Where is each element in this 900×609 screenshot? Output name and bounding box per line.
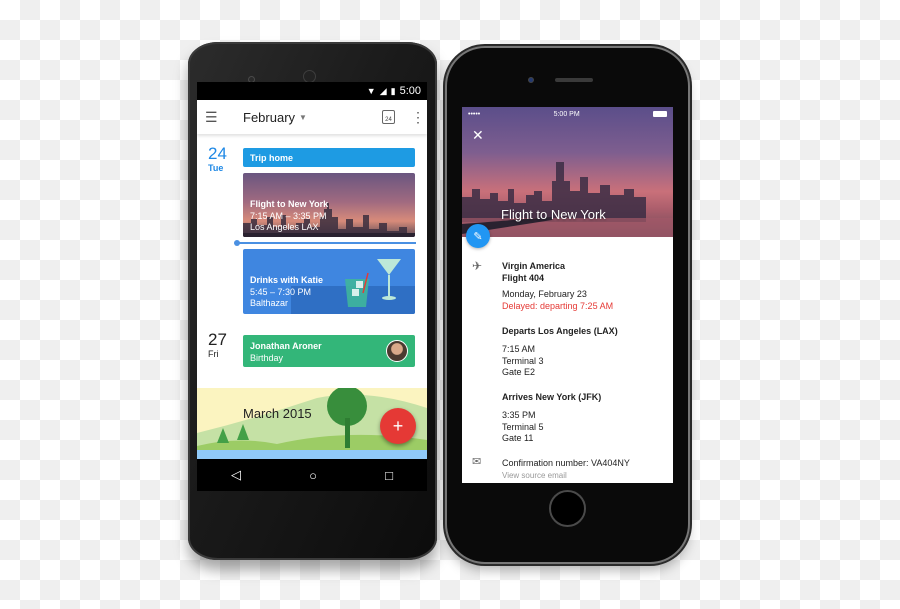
app-toolbar: ☰ February ▼ 24 ⋮: [197, 100, 427, 134]
status-bar: ▼ ◢ ▮ 5:00: [197, 82, 427, 100]
arrives-time: 3:35 PM: [502, 410, 536, 420]
battery-icon: [653, 111, 667, 117]
signal-icon: ◢: [379, 85, 387, 96]
current-time-dot: [234, 240, 240, 246]
close-icon[interactable]: ✕: [472, 127, 484, 144]
month-selector[interactable]: February: [243, 110, 295, 125]
nav-bar: ◁ ○ □: [197, 459, 427, 491]
day-name: Tue: [208, 163, 224, 173]
back-icon[interactable]: ◁: [231, 467, 241, 483]
edit-button[interactable]: ✎: [466, 224, 490, 248]
today-calendar-icon[interactable]: 24: [382, 110, 395, 124]
home-icon[interactable]: ○: [309, 468, 317, 483]
front-camera: [528, 77, 534, 83]
event-title: Flight to New York: [501, 207, 606, 222]
wifi-icon: ▼: [366, 86, 376, 96]
departs-heading: Departs Los Angeles (LAX): [502, 326, 618, 336]
recents-icon[interactable]: □: [385, 468, 393, 483]
day-name: Fri: [208, 349, 219, 359]
battery-icon: ▮: [390, 85, 396, 96]
departs-terminal: Terminal 3: [502, 355, 544, 366]
delay-status: Delayed: departing 7:25 AM: [502, 300, 614, 311]
more-vert-icon[interactable]: ⋮: [411, 109, 425, 126]
airline: Virgin America: [502, 261, 566, 271]
airplane-icon: ✈: [472, 259, 483, 273]
add-event-button[interactable]: +: [380, 408, 416, 444]
avatar: [386, 340, 408, 362]
earpiece: [555, 78, 593, 82]
email-icon: ✉: [472, 456, 482, 468]
arrives-terminal: Terminal 5: [502, 421, 544, 432]
iphone: ••••• 5:00 PM ✕ Flight to New York ✎ ✈ V…: [447, 48, 688, 562]
departs-gate: Gate E2: [502, 367, 536, 377]
status-time: 5:00 PM: [553, 110, 580, 118]
android-screen: ▼ ◢ ▮ 5:00 ☰ February ▼ 24 ⋮ 24 Tue Trip…: [197, 82, 427, 491]
event-trip-home[interactable]: Trip home: [243, 148, 415, 167]
chevron-down-icon[interactable]: ▼: [299, 113, 307, 122]
home-button[interactable]: [549, 490, 586, 527]
android-phone: ▼ ◢ ▮ 5:00 ☰ February ▼ 24 ⋮ 24 Tue Trip…: [188, 42, 437, 560]
hero-image: ••••• 5:00 PM ✕ Flight to New York: [462, 107, 673, 237]
iphone-screen: ••••• 5:00 PM ✕ Flight to New York ✎ ✈ V…: [462, 107, 673, 483]
signal-icon: •••••: [468, 110, 481, 118]
skyline-image: [462, 162, 673, 237]
flight-number: Flight 404: [502, 272, 545, 283]
day-number: 27: [208, 330, 227, 349]
flight-date: Monday, February 23: [502, 289, 587, 299]
day-number: 24: [208, 144, 227, 163]
event-drinks[interactable]: Drinks with Katie 5:45 – 7:30 PM Balthaz…: [243, 249, 415, 314]
event-flight[interactable]: Flight to New York 7:15 AM – 3:35 PM Los…: [243, 173, 415, 237]
month-banner-title: March 2015: [243, 406, 312, 421]
status-time: 5:00: [399, 85, 421, 97]
status-bar: ••••• 5:00 PM: [462, 107, 673, 121]
arrives-gate: Gate 11: [502, 433, 534, 443]
confirmation-number: Confirmation number: VA404NY: [502, 458, 630, 468]
event-birthday[interactable]: Jonathan Aroner Birthday: [243, 335, 415, 367]
menu-icon[interactable]: ☰: [205, 109, 225, 126]
current-time-line: [236, 242, 416, 244]
view-source-email-link[interactable]: View source email: [502, 470, 630, 482]
departs-time: 7:15 AM: [502, 344, 536, 354]
arrives-heading: Arrives New York (JFK): [502, 392, 602, 402]
